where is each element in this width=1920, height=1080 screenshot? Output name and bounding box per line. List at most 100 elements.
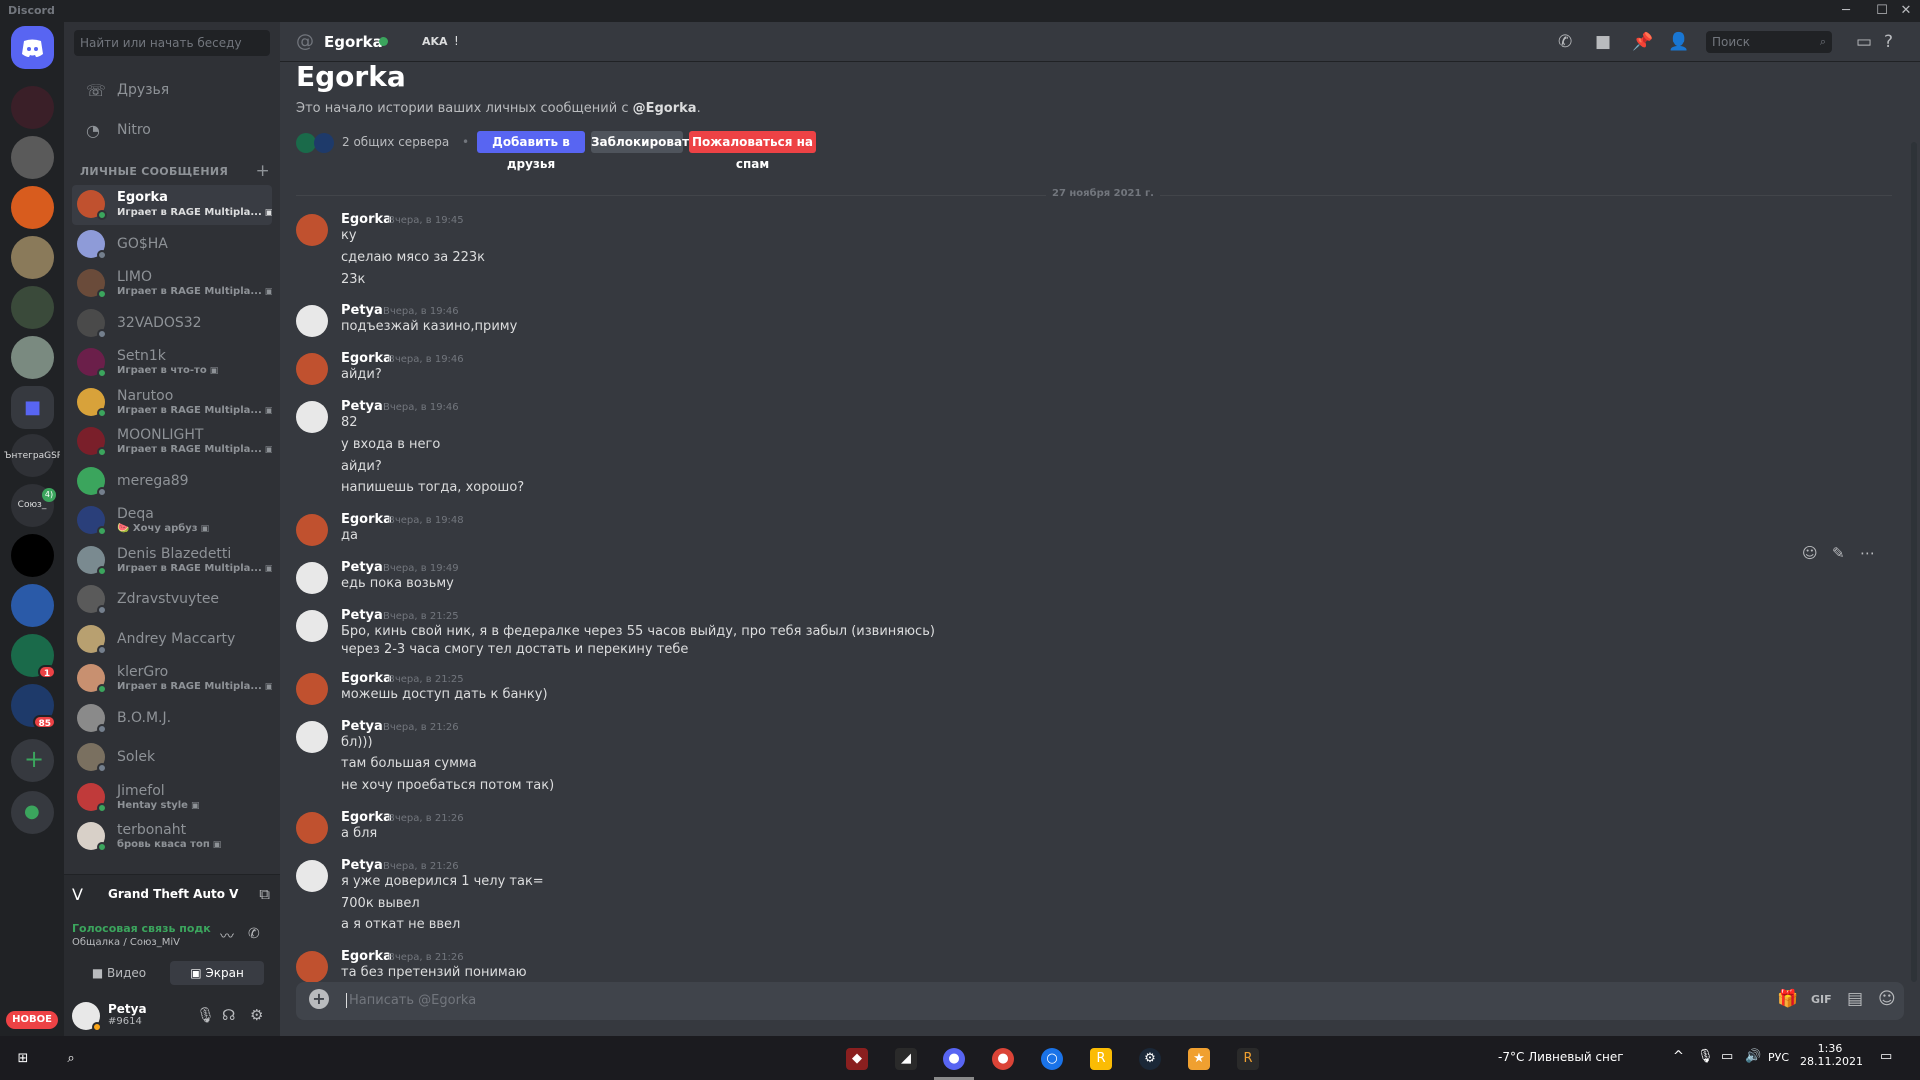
attach-plus-icon[interactable]: + [309,989,329,1009]
avatar[interactable] [296,353,328,386]
weather-widget[interactable]: -7°C Ливневый снег [1498,1050,1624,1064]
video-call-icon[interactable]: ■ [1595,32,1611,52]
dm-item[interactable]: merega89 [72,462,272,502]
server-icon[interactable]: 1 [11,634,56,679]
avatar[interactable] [296,401,328,433]
add-reaction-icon[interactable]: ☺ [1802,544,1818,562]
message-input[interactable]: Написать @Egorka [346,993,476,1008]
dm-item[interactable]: Egorka Играет в RAGE Multipla... ▣ [72,185,272,225]
message-author[interactable]: Egorka [341,949,392,964]
dm-item[interactable]: B.O.M.J. [72,699,272,739]
disconnect-icon[interactable]: ✆ [248,926,260,942]
edit-icon[interactable]: ✎ [1832,544,1845,562]
add-friend-button[interactable]: Добавить в друзья [477,131,585,171]
windows-start-icon[interactable]: ⊞ [12,1048,34,1070]
message-author[interactable]: Petya [341,719,383,734]
server-folder[interactable]: ■ [11,386,54,429]
message-author[interactable]: Petya [341,560,383,575]
mutual-server-avatar[interactable] [296,133,316,153]
clock[interactable]: 1:36 28.11.2021 [1800,1042,1863,1068]
server-icon[interactable] [11,186,54,229]
message-author[interactable]: Egorka [341,351,392,366]
close-icon[interactable]: ✕ [1894,2,1918,20]
tray-chevron-icon[interactable]: ^ [1673,1049,1684,1064]
emoji-icon[interactable]: ☺ [1878,989,1896,1009]
new-badge[interactable]: НОВОЕ [6,1011,58,1029]
stream-screen-icon[interactable]: ⧉ [259,885,270,903]
dm-item[interactable]: Solek [72,738,272,778]
gear-icon[interactable]: ⚙ [250,1006,263,1024]
dm-item[interactable]: Narutoo Играет в RAGE Multipla... ▣ [72,383,272,423]
voice-channel[interactable]: Общалка / Союз_MiV [72,937,180,948]
server-icon[interactable] [11,336,54,379]
discord-taskbar-icon[interactable]: ● [943,1048,965,1070]
noise-suppression-icon[interactable]: 〰 [220,926,234,946]
report-spam-button[interactable]: Пожаловаться на спам [689,131,816,171]
message-author[interactable]: Petya [341,399,383,414]
server-icon[interactable] [11,584,54,627]
message-author[interactable]: Petya [341,858,383,873]
message-author[interactable]: Egorka [341,512,392,527]
dm-item[interactable]: Denis Blazedetti Играет в RAGE Multipla..… [72,541,272,581]
avatar[interactable] [296,305,328,338]
message-author[interactable]: Petya [341,608,383,623]
server-icon[interactable]: 85 [11,684,56,729]
message-author[interactable]: Egorka [341,671,392,686]
server-icon[interactable] [11,86,54,129]
dm-item[interactable]: LIMO Играет в RAGE Multipla... ▣ [72,264,272,304]
screen-share-button[interactable]: ▣ Экран [170,961,264,985]
server-icon[interactable] [11,286,54,329]
network-icon[interactable]: ▭ [1721,1049,1733,1064]
block-button[interactable]: Заблокировать [591,131,697,153]
dm-search-input[interactable]: Найти или начать беседу [74,30,270,56]
avatar[interactable] [296,514,328,547]
avatar[interactable] [296,672,328,705]
microphone-icon[interactable]: 🎙 [196,1006,215,1024]
mutual-server-avatar[interactable] [314,133,334,153]
app-icon[interactable]: ○ [1041,1048,1063,1070]
message-author[interactable]: Petya [341,303,383,318]
dm-item[interactable]: Deqa 🍉 Хочу арбуз ▣ [72,501,272,541]
header-search-input[interactable]: Поиск ⌕ [1706,31,1832,53]
search-icon[interactable]: ⌕ [60,1048,82,1070]
video-button[interactable]: ■ Видео [72,961,166,985]
mutual-servers-link[interactable]: 2 общих сервера [342,135,449,149]
message-author[interactable]: Egorka [341,810,392,825]
gif-icon[interactable]: GIF [1811,993,1832,1006]
headphones-icon[interactable]: ☊ [222,1006,235,1024]
home-button[interactable] [11,26,54,69]
avatar[interactable] [296,562,328,594]
dm-item[interactable]: terbonaht бровь кваса топ ▣ [72,817,272,857]
dm-item[interactable]: Zdravstvuytee [72,580,272,620]
avatar[interactable] [296,812,328,844]
server-icon[interactable] [11,534,54,577]
rage-mp-icon[interactable]: R [1237,1048,1259,1070]
dm-item[interactable]: Jimefol Hentay style ▣ [72,778,272,818]
avatar[interactable] [296,214,328,246]
server-icon[interactable] [11,236,54,279]
add-user-icon[interactable]: 👤 [1668,32,1689,52]
nav-friends[interactable]: ☏ Друзья [72,72,272,108]
avatar[interactable] [296,951,328,984]
app-shield-icon[interactable]: ◆ [846,1048,868,1070]
dm-item[interactable]: GO$HA [72,225,272,265]
microphone-icon[interactable]: 🎙 [1697,1049,1714,1064]
explore-servers-button[interactable]: ● [11,791,54,834]
language-indicator[interactable]: РУС [1768,1051,1789,1064]
notifications-icon[interactable]: ▭ [1880,1049,1892,1064]
dm-item[interactable]: Andrey Maccarty [72,620,272,660]
chat-scrollbar[interactable] [1911,142,1917,982]
dm-item[interactable]: MOONLIGHT Играет в RAGE Multipla... ▣ [72,422,272,462]
app-star-icon[interactable]: ★ [1188,1048,1210,1070]
add-server-button[interactable]: + [11,739,54,782]
nav-nitro[interactable]: ◔ Nitro [72,112,272,148]
minimize-icon[interactable]: ─ [1834,2,1858,20]
inbox-icon[interactable]: ▭ [1856,32,1872,52]
message-author[interactable]: Egorka [341,212,392,227]
pin-icon[interactable]: 📌 [1632,32,1653,52]
steam-icon[interactable]: ⚙ [1139,1048,1161,1070]
sticker-icon[interactable]: ▤ [1847,989,1863,1009]
app-icon[interactable]: ◢ [895,1048,917,1070]
maximize-icon[interactable]: ☐ [1870,2,1894,20]
avatar[interactable] [296,609,328,642]
